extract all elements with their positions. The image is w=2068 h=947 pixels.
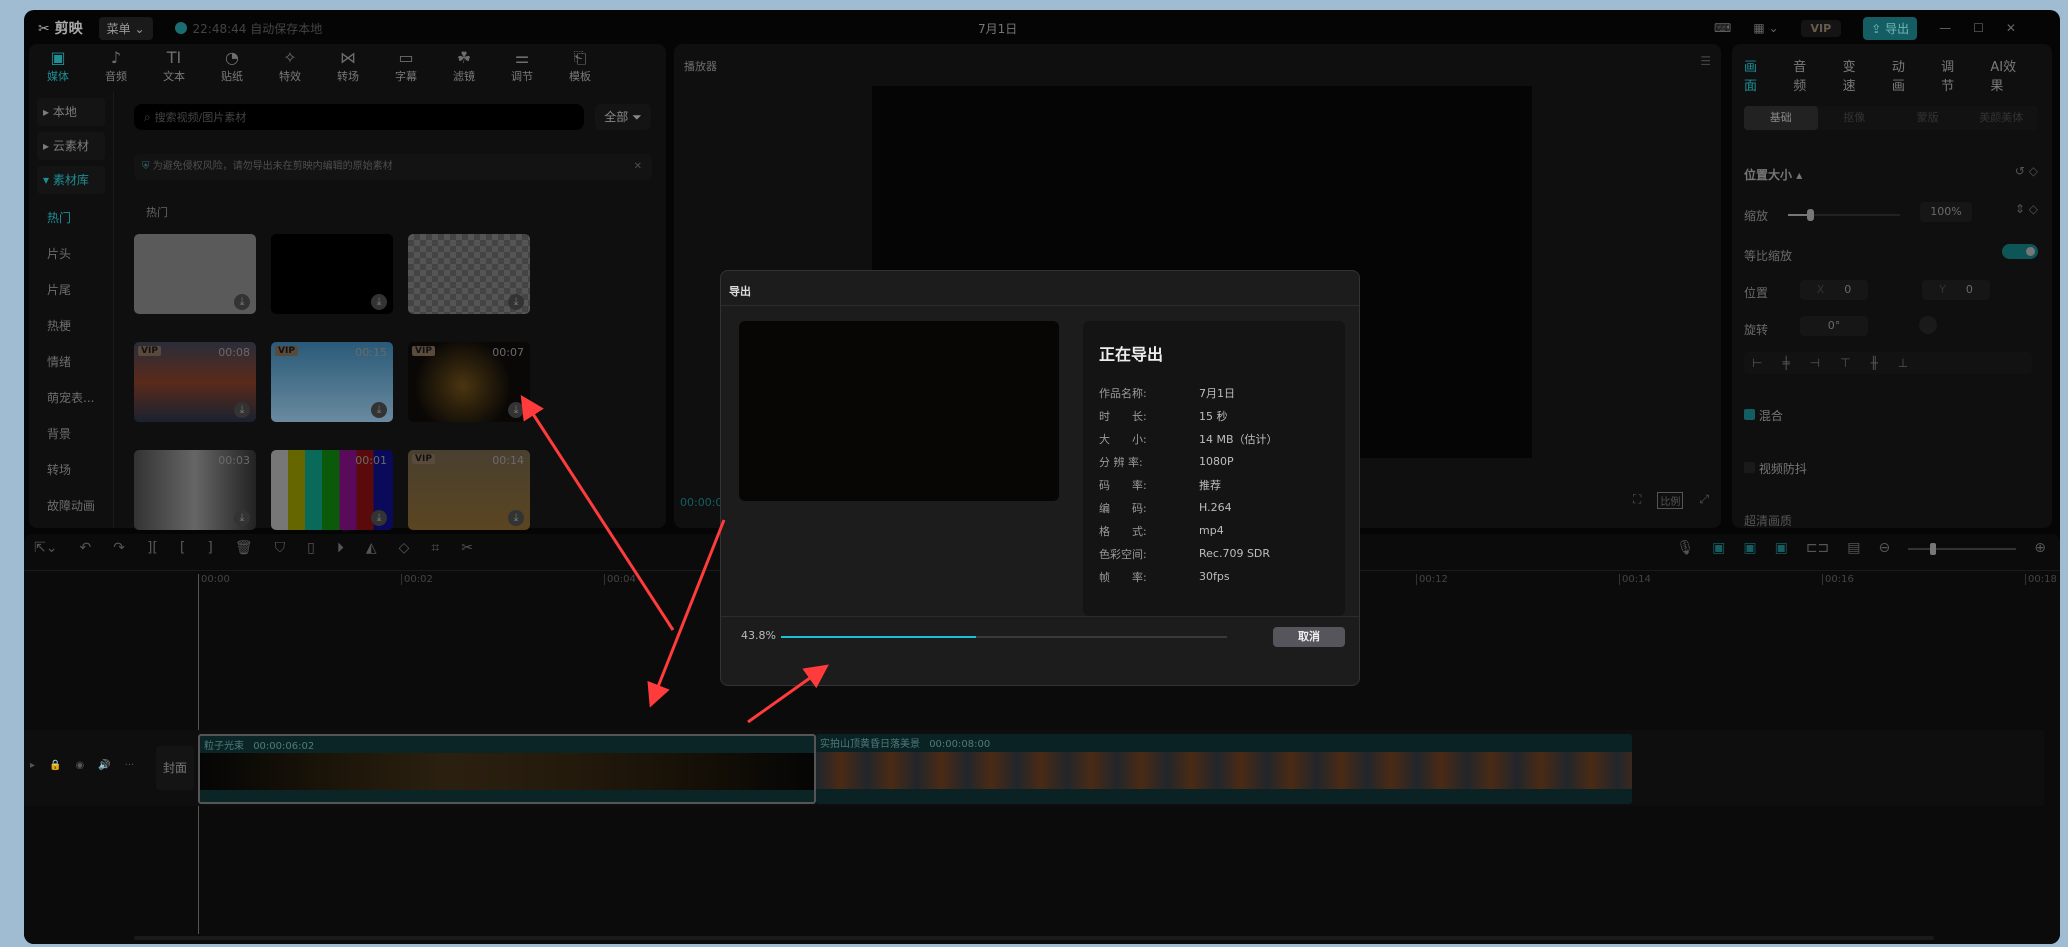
annotation-arrows: [520, 394, 829, 724]
arrow-to-progress: [747, 664, 829, 724]
arrow-to-thumbnail: [520, 394, 675, 631]
arrow-to-clip: [647, 519, 726, 708]
